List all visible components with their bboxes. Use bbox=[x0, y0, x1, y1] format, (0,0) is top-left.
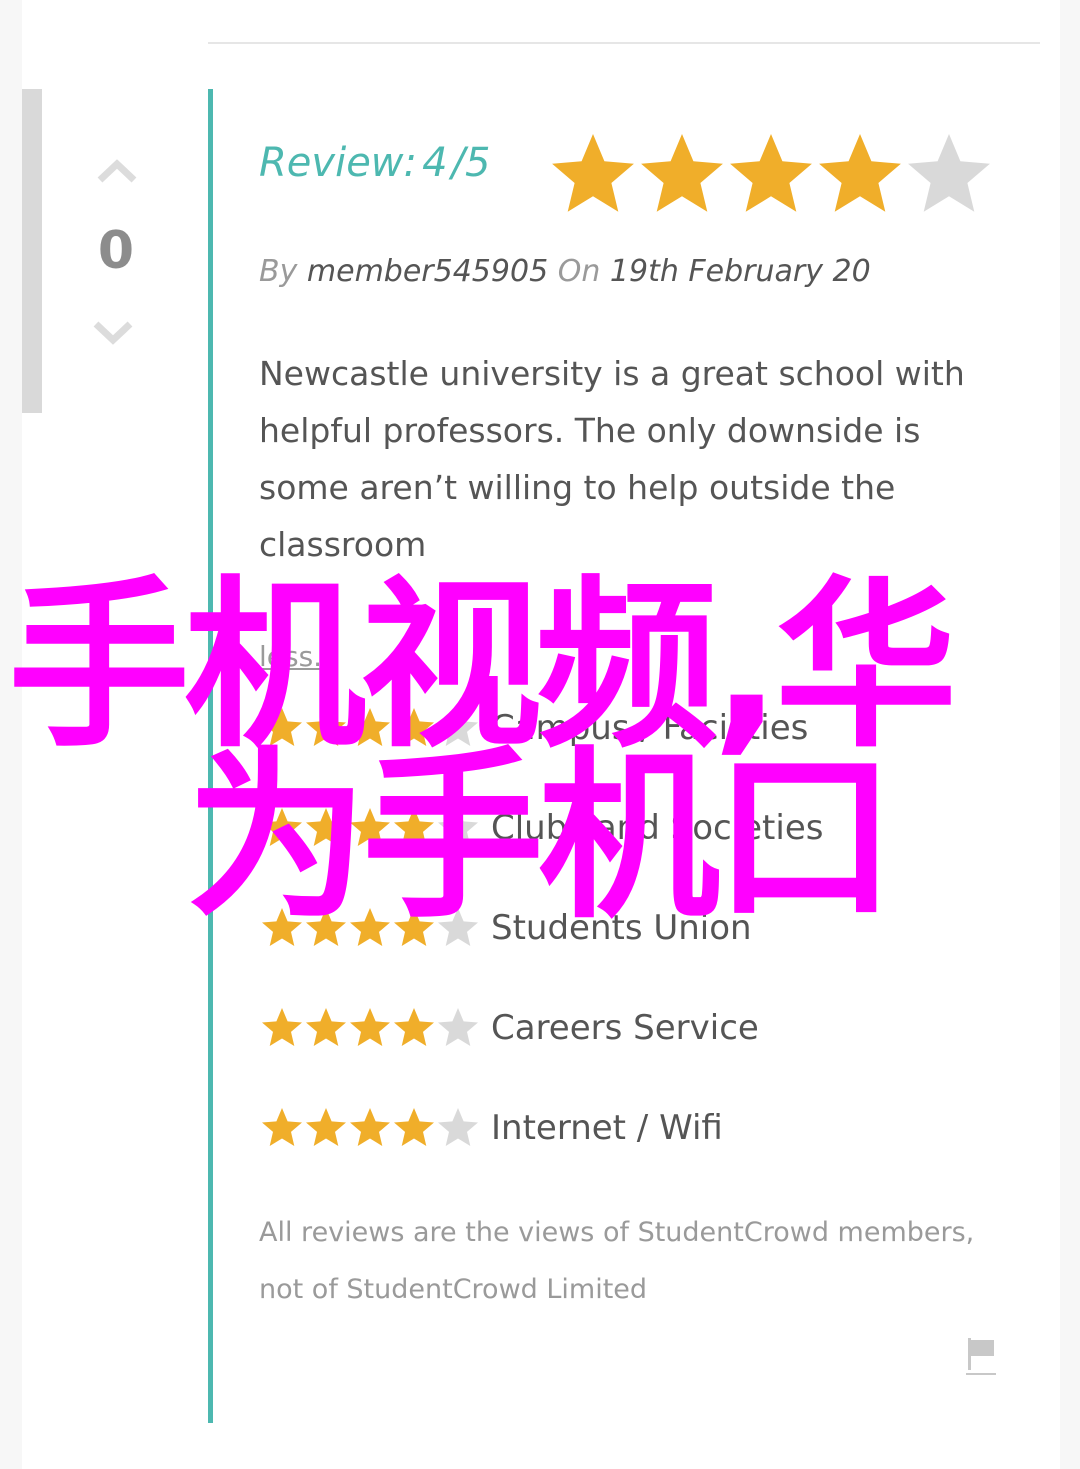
star-filled-icon bbox=[306, 708, 346, 746]
category-star-rating bbox=[262, 1108, 478, 1146]
star-empty-icon bbox=[438, 908, 478, 946]
star-filled-icon bbox=[394, 1108, 434, 1146]
category-label: Careers Service bbox=[491, 1008, 759, 1048]
star-filled-icon bbox=[350, 1108, 390, 1146]
overall-star-rating bbox=[552, 134, 990, 212]
star-empty-icon bbox=[438, 1008, 478, 1046]
flag-icon[interactable] bbox=[966, 1336, 996, 1376]
top-divider bbox=[208, 42, 1040, 44]
review-title: Review: 4/5 bbox=[259, 140, 490, 186]
category-label: Students Union bbox=[491, 908, 752, 948]
category-row: Careers Service bbox=[259, 1003, 759, 1053]
review-score: 4 bbox=[422, 140, 448, 186]
star-filled-icon bbox=[350, 908, 390, 946]
star-filled-icon bbox=[306, 908, 346, 946]
star-filled-icon bbox=[306, 1008, 346, 1046]
star-filled-icon bbox=[262, 908, 302, 946]
category-label: Internet / Wifi bbox=[491, 1108, 723, 1148]
category-star-rating bbox=[262, 808, 478, 846]
category-star-rating bbox=[262, 708, 478, 746]
review-score-max: 5 bbox=[465, 140, 491, 186]
star-filled-icon bbox=[350, 708, 390, 746]
category-row: Clubs and Societies bbox=[259, 803, 823, 853]
vote-bar bbox=[22, 89, 42, 413]
star-filled-icon bbox=[552, 134, 634, 212]
disclaimer: All reviews are the views of StudentCrow… bbox=[259, 1217, 975, 1305]
review-score-separator: / bbox=[451, 140, 466, 186]
less-link[interactable]: less. bbox=[259, 640, 322, 673]
star-filled-icon bbox=[262, 808, 302, 846]
star-filled-icon bbox=[394, 708, 434, 746]
category-label: Clubs and Societies bbox=[491, 808, 824, 848]
on-label: On bbox=[557, 254, 601, 289]
star-empty-icon bbox=[438, 708, 478, 746]
star-empty-icon bbox=[438, 808, 478, 846]
star-filled-icon bbox=[641, 134, 723, 212]
star-filled-icon bbox=[350, 1008, 390, 1046]
category-row: Internet / Wifi bbox=[259, 1103, 723, 1153]
star-filled-icon bbox=[394, 1008, 434, 1046]
star-filled-icon bbox=[730, 134, 812, 212]
star-empty-icon bbox=[438, 1108, 478, 1146]
category-star-rating bbox=[262, 1008, 478, 1046]
review-date: 19th February 20 bbox=[609, 254, 871, 289]
chevron-up-icon[interactable] bbox=[96, 156, 138, 186]
review-author[interactable]: member545905 bbox=[307, 254, 548, 289]
review-body: Newcastle university is a great school w… bbox=[259, 354, 965, 564]
review-byline: By member545905 On 19th February 20 bbox=[259, 254, 871, 289]
star-filled-icon bbox=[262, 1008, 302, 1046]
star-empty-icon bbox=[908, 134, 990, 212]
star-filled-icon bbox=[262, 1108, 302, 1146]
category-row: Campus / Facilities bbox=[259, 703, 808, 753]
star-filled-icon bbox=[306, 1108, 346, 1146]
category-star-rating bbox=[262, 908, 478, 946]
star-filled-icon bbox=[394, 908, 434, 946]
star-filled-icon bbox=[262, 708, 302, 746]
star-filled-icon bbox=[394, 808, 434, 846]
category-label: Campus / Facilities bbox=[491, 708, 809, 748]
star-filled-icon bbox=[819, 134, 901, 212]
category-row: Students Union bbox=[259, 903, 752, 953]
chevron-down-icon[interactable] bbox=[92, 318, 134, 348]
by-label: By bbox=[259, 254, 298, 289]
star-filled-icon bbox=[306, 808, 346, 846]
review-label: Review: bbox=[259, 140, 417, 186]
star-filled-icon bbox=[350, 808, 390, 846]
accent-line bbox=[208, 89, 213, 1423]
vote-count: 0 bbox=[97, 221, 135, 281]
